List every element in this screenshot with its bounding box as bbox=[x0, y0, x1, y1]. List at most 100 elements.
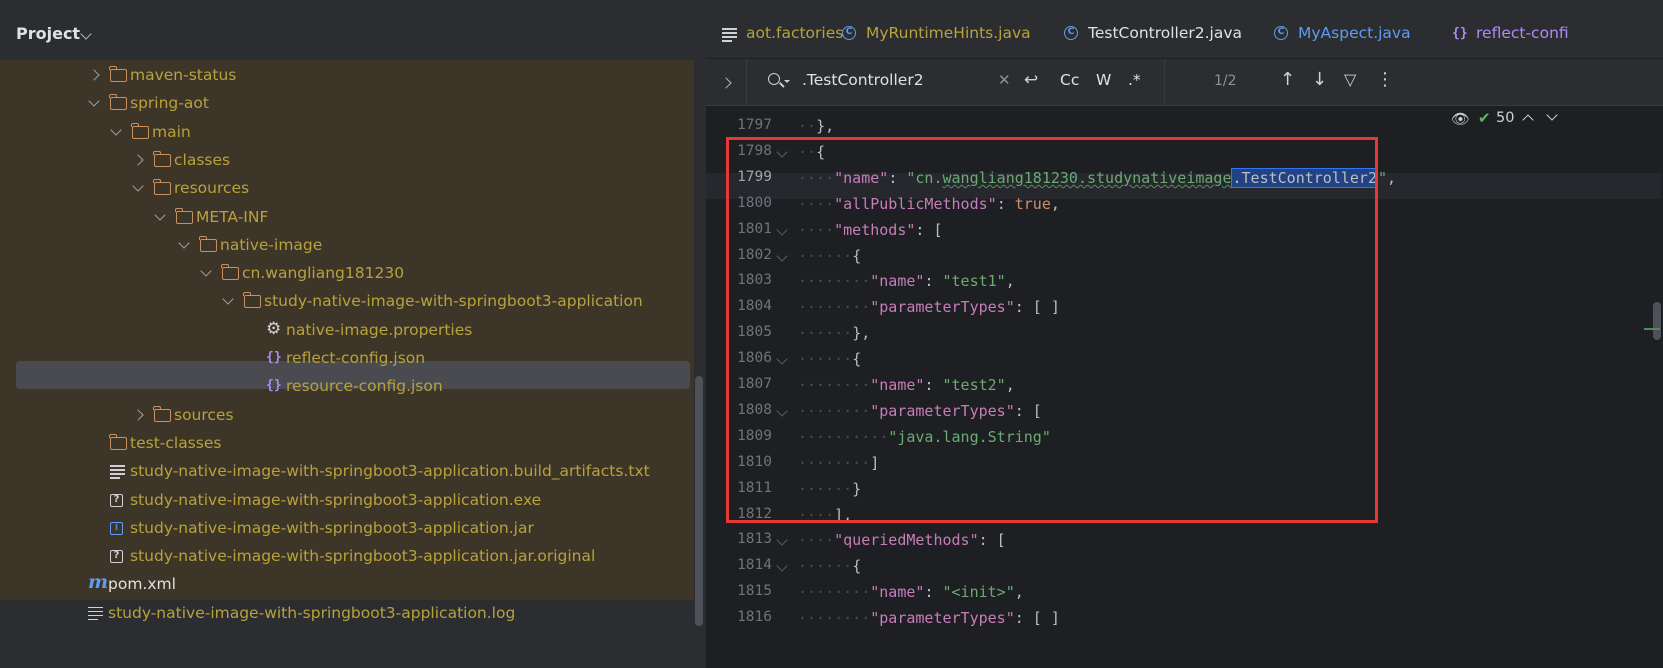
tree-item[interactable]: ⁝ study-native-image-with-springboot3-app… bbox=[0, 513, 694, 543]
more-options-icon[interactable]: ⋮ bbox=[1376, 69, 1394, 90]
folder-icon bbox=[199, 235, 217, 252]
search-history-caret-icon[interactable] bbox=[784, 80, 790, 83]
folder-icon bbox=[109, 433, 127, 450]
tree-item[interactable]: META-INF bbox=[0, 202, 694, 232]
unknown-file-icon: ? bbox=[110, 550, 123, 564]
line-number: 1798 bbox=[737, 142, 772, 159]
tree-item-label: pom.xml bbox=[108, 575, 176, 594]
whole-words-toggle[interactable]: W bbox=[1096, 71, 1111, 89]
code-line: ······} bbox=[798, 479, 862, 498]
code-editor[interactable]: 1797 ··}, 1798 ··{1799 ····"name": "cn.wangl… bbox=[706, 106, 1663, 668]
tree-item[interactable]: study-native-image-with-springboot3-appl… bbox=[0, 456, 694, 486]
chevron-right-icon[interactable] bbox=[88, 69, 100, 81]
tree-item[interactable]: spring-aot bbox=[0, 88, 694, 118]
chevron-down-icon[interactable] bbox=[178, 237, 190, 249]
project-panel-header[interactable]: Project bbox=[0, 8, 706, 58]
new-line-icon[interactable]: ↩ bbox=[1024, 70, 1038, 90]
gear-icon: ⚙ bbox=[266, 318, 282, 339]
text-file-icon bbox=[88, 606, 103, 621]
arrow-down-icon[interactable]: ↓ bbox=[1312, 69, 1327, 90]
reader-mode-icon[interactable]: 👁 bbox=[1451, 110, 1470, 128]
tree-item-label: classes bbox=[174, 150, 231, 169]
fold-icon[interactable] bbox=[776, 405, 788, 417]
chevron-down-icon[interactable] bbox=[222, 293, 234, 306]
panel-top-strip bbox=[0, 0, 706, 8]
text-file-icon bbox=[722, 28, 737, 42]
jar-icon: ⁝ bbox=[110, 521, 123, 535]
tree-item[interactable]: {} resource-config.json bbox=[0, 371, 694, 401]
line-number: 1797 bbox=[737, 117, 772, 133]
tree-item[interactable]: maven-status bbox=[0, 60, 694, 90]
tree-item-label: main bbox=[152, 122, 191, 141]
line-number: 1800 bbox=[737, 194, 772, 211]
regex-toggle[interactable]: .* bbox=[1128, 71, 1141, 89]
fold-icon[interactable] bbox=[776, 534, 788, 547]
chevron-right-icon[interactable] bbox=[132, 154, 144, 166]
tree-item-label: resource-config.json bbox=[286, 377, 443, 396]
tree-item[interactable]: test-classes bbox=[0, 428, 694, 458]
tree-item[interactable]: cn.wangliang181230 bbox=[0, 258, 694, 288]
tree-item[interactable]: study-native-image-with-springboot3-appl… bbox=[0, 598, 694, 628]
tab-label: MyRuntimeHints.java bbox=[866, 24, 1031, 42]
tree-item[interactable]: m pom.xml bbox=[0, 569, 694, 599]
fold-icon[interactable] bbox=[776, 223, 788, 236]
tree-item[interactable]: {} reflect-config.json bbox=[0, 343, 694, 373]
code-line: ····"queriedMethods": [ bbox=[798, 531, 1006, 550]
tree-item-label: spring-aot bbox=[130, 94, 209, 113]
text-file-icon bbox=[110, 465, 125, 479]
fold-icon[interactable] bbox=[776, 353, 788, 365]
chevron-right-icon[interactable] bbox=[720, 77, 732, 89]
chevron-down-icon[interactable] bbox=[88, 95, 100, 107]
line-number: 1808 bbox=[737, 401, 772, 418]
tree-item-label: study-native-image-with-springboot3-appl… bbox=[130, 547, 596, 566]
tree-item-label: cn.wangliang181230 bbox=[242, 264, 405, 283]
line-number: 1810 bbox=[737, 453, 772, 470]
project-panel-title[interactable]: Project bbox=[16, 24, 80, 43]
tree-item-label: study-native-image-with-springboot3-appl… bbox=[264, 292, 643, 311]
chevron-down-icon[interactable] bbox=[110, 123, 122, 136]
line-number: 1802 bbox=[737, 246, 772, 263]
chevron-up-icon[interactable] bbox=[1522, 114, 1534, 126]
tree-item[interactable]: ? study-native-image-with-springboot3-app… bbox=[0, 485, 694, 515]
chevron-right-icon[interactable] bbox=[132, 408, 144, 421]
tree-item[interactable]: ⚙ native-image.properties bbox=[0, 315, 694, 345]
find-input[interactable]: .TestController2 bbox=[802, 71, 924, 89]
tree-item[interactable]: main bbox=[0, 117, 694, 147]
filter-icon[interactable]: ▽ bbox=[1344, 70, 1356, 89]
class-icon: C bbox=[1274, 26, 1288, 40]
folder-icon bbox=[153, 150, 171, 167]
code-line: ····], bbox=[798, 505, 853, 524]
tree-item[interactable]: resources bbox=[0, 173, 694, 203]
code-line: ····"methods": [ bbox=[798, 220, 943, 239]
code-line: ······{ bbox=[798, 557, 862, 576]
chevron-down-icon[interactable] bbox=[132, 180, 144, 192]
tree-item[interactable]: ? study-native-image-with-springboot3-app… bbox=[0, 541, 694, 571]
project-tree-scrollbar[interactable] bbox=[695, 376, 703, 626]
chevron-down-icon[interactable] bbox=[1546, 109, 1558, 121]
chevron-down-icon[interactable] bbox=[80, 28, 92, 40]
chevron-down-icon[interactable] bbox=[154, 208, 166, 221]
code-line: ····"name": "cn.wangliang181230.studynat… bbox=[798, 167, 1397, 188]
tree-item-label: native-image bbox=[220, 235, 323, 254]
fold-icon[interactable] bbox=[776, 249, 788, 262]
editor-scrollbar[interactable] bbox=[1653, 302, 1661, 340]
tree-item-label: resources bbox=[174, 179, 250, 198]
tree-item[interactable]: native-image bbox=[0, 230, 694, 260]
tree-item[interactable]: sources bbox=[0, 400, 694, 430]
editor-tab-bar: aot.factories C MyRuntimeHints.java C Te… bbox=[706, 8, 1663, 66]
match-case-toggle[interactable]: Cc bbox=[1060, 71, 1079, 89]
code-line: ········"name": "test2", bbox=[798, 376, 1015, 394]
tree-item-label: maven-status bbox=[130, 66, 237, 84]
inspection-count[interactable]: 50 bbox=[1496, 110, 1514, 126]
check-icon[interactable]: ✔ bbox=[1478, 109, 1491, 127]
tree-item[interactable]: classes bbox=[0, 145, 694, 175]
fold-icon[interactable] bbox=[776, 560, 788, 572]
fold-icon[interactable] bbox=[776, 146, 788, 158]
clear-icon[interactable]: ✕ bbox=[998, 71, 1011, 89]
chevron-down-icon[interactable] bbox=[200, 265, 212, 277]
tree-item-label: META-INF bbox=[196, 207, 269, 226]
arrow-up-icon[interactable]: ↑ bbox=[1280, 69, 1295, 90]
search-icon[interactable] bbox=[768, 73, 780, 85]
line-number: 1806 bbox=[737, 350, 772, 367]
tree-item[interactable]: study-native-image-with-springboot3-appl… bbox=[0, 286, 694, 316]
